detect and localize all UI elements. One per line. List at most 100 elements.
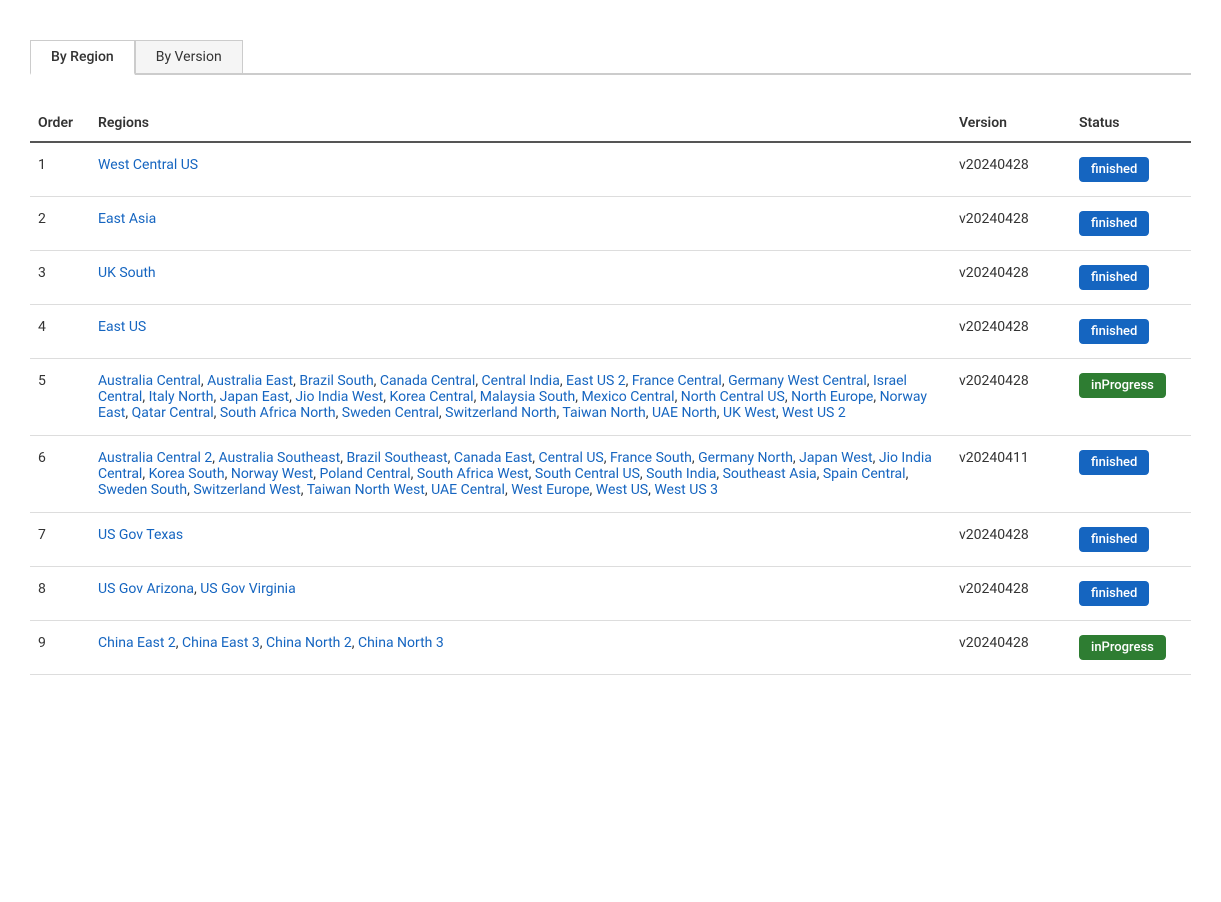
- cell-status: finished: [1071, 567, 1191, 621]
- table-header-row: Order Regions Version Status: [30, 105, 1191, 142]
- status-badge: finished: [1079, 527, 1149, 552]
- region-link[interactable]: Australia Central 2: [98, 450, 212, 466]
- region-link[interactable]: Mexico Central: [581, 389, 674, 405]
- region-link[interactable]: Japan East: [220, 389, 289, 405]
- region-link[interactable]: China North 2: [266, 635, 352, 651]
- cell-regions: West Central US: [90, 142, 951, 197]
- cell-order: 5: [30, 359, 90, 436]
- region-link[interactable]: Switzerland North: [445, 405, 556, 421]
- region-link[interactable]: Jio India West: [295, 389, 383, 405]
- region-link[interactable]: Sweden Central: [342, 405, 439, 421]
- status-badge: inProgress: [1079, 373, 1166, 398]
- region-link[interactable]: Southeast Asia: [723, 466, 817, 482]
- region-link[interactable]: Spain Central: [823, 466, 906, 482]
- region-link[interactable]: East US 2: [566, 373, 626, 389]
- region-link[interactable]: China East 2: [98, 635, 176, 651]
- region-link[interactable]: UAE North: [652, 405, 717, 421]
- region-link[interactable]: Australia East: [207, 373, 293, 389]
- region-link[interactable]: West Europe: [511, 482, 589, 498]
- status-badge: finished: [1079, 265, 1149, 290]
- cell-regions: US Gov Texas: [90, 513, 951, 567]
- region-link[interactable]: Australia Southeast: [218, 450, 340, 466]
- region-link[interactable]: Korea Central: [390, 389, 474, 405]
- region-link[interactable]: Qatar Central: [132, 405, 214, 421]
- col-header-version: Version: [951, 105, 1071, 142]
- cell-order: 9: [30, 621, 90, 675]
- region-link[interactable]: North Europe: [791, 389, 873, 405]
- region-link[interactable]: West US: [596, 482, 648, 498]
- cell-order: 6: [30, 436, 90, 513]
- region-link[interactable]: Brazil South: [299, 373, 373, 389]
- cell-status: inProgress: [1071, 621, 1191, 675]
- region-link[interactable]: China North 3: [358, 635, 444, 651]
- region-link[interactable]: Canada Central: [380, 373, 475, 389]
- col-header-regions: Regions: [90, 105, 951, 142]
- cell-status: finished: [1071, 436, 1191, 513]
- cell-version: v20240428: [951, 142, 1071, 197]
- table-row: 9China East 2, China East 3, China North…: [30, 621, 1191, 675]
- region-link[interactable]: US Gov Virginia: [200, 581, 295, 597]
- cell-status: finished: [1071, 305, 1191, 359]
- cell-regions: US Gov Arizona, US Gov Virginia: [90, 567, 951, 621]
- tab-by-region[interactable]: By Region: [30, 40, 135, 75]
- cell-version: v20240428: [951, 621, 1071, 675]
- region-link[interactable]: West US 2: [782, 405, 846, 421]
- region-link[interactable]: Malaysia South: [480, 389, 575, 405]
- region-link[interactable]: US Gov Arizona: [98, 581, 194, 597]
- region-link[interactable]: US Gov Texas: [98, 527, 183, 543]
- tab-by-version[interactable]: By Version: [135, 40, 243, 73]
- region-link[interactable]: Brazil Southeast: [346, 450, 447, 466]
- region-link[interactable]: West US 3: [654, 482, 718, 498]
- table-row: 1West Central USv20240428finished: [30, 142, 1191, 197]
- region-link[interactable]: UK West: [723, 405, 776, 421]
- cell-order: 3: [30, 251, 90, 305]
- region-link[interactable]: North Central US: [681, 389, 785, 405]
- region-link[interactable]: Poland Central: [319, 466, 410, 482]
- region-link[interactable]: Germany North: [698, 450, 793, 466]
- col-header-status: Status: [1071, 105, 1191, 142]
- table-row: 2East Asiav20240428finished: [30, 197, 1191, 251]
- region-link[interactable]: Japan West: [799, 450, 872, 466]
- region-link[interactable]: Australia Central: [98, 373, 201, 389]
- region-link[interactable]: South India: [646, 466, 716, 482]
- status-badge: inProgress: [1079, 635, 1166, 660]
- region-link[interactable]: Switzerland West: [193, 482, 300, 498]
- region-link[interactable]: Korea South: [149, 466, 225, 482]
- cell-status: finished: [1071, 197, 1191, 251]
- region-link[interactable]: South Central US: [535, 466, 640, 482]
- col-header-order: Order: [30, 105, 90, 142]
- release-order-table: Order Regions Version Status 1West Centr…: [30, 105, 1191, 675]
- table-row: 4East USv20240428finished: [30, 305, 1191, 359]
- cell-status: finished: [1071, 513, 1191, 567]
- region-link[interactable]: Germany West Central: [728, 373, 867, 389]
- region-link[interactable]: Italy North: [149, 389, 214, 405]
- cell-version: v20240428: [951, 251, 1071, 305]
- table-row: 6Australia Central 2, Australia Southeas…: [30, 436, 1191, 513]
- region-link[interactable]: UAE Central: [431, 482, 505, 498]
- region-link[interactable]: France Central: [632, 373, 722, 389]
- region-link[interactable]: West Central US: [98, 157, 198, 173]
- cell-version: v20240428: [951, 567, 1071, 621]
- region-link[interactable]: Sweden South: [98, 482, 187, 498]
- cell-regions: East Asia: [90, 197, 951, 251]
- region-link[interactable]: UK South: [98, 265, 156, 281]
- region-link[interactable]: Norway West: [231, 466, 313, 482]
- region-link[interactable]: Central India: [482, 373, 560, 389]
- cell-status: inProgress: [1071, 359, 1191, 436]
- cell-regions: Australia Central 2, Australia Southeast…: [90, 436, 951, 513]
- region-link[interactable]: Taiwan North West: [307, 482, 425, 498]
- region-link[interactable]: East Asia: [98, 211, 156, 227]
- table-row: 3 UK South v20240428 finished: [30, 251, 1191, 305]
- cell-order: 8: [30, 567, 90, 621]
- table-row: 5Australia Central, Australia East, Braz…: [30, 359, 1191, 436]
- region-link[interactable]: Canada East: [454, 450, 532, 466]
- region-link[interactable]: Taiwan North: [562, 405, 645, 421]
- region-link[interactable]: South Africa North: [220, 405, 336, 421]
- region-link[interactable]: East US: [98, 319, 146, 335]
- region-link[interactable]: Central US: [539, 450, 604, 466]
- region-link[interactable]: China East 3: [182, 635, 260, 651]
- cell-version: v20240428: [951, 513, 1071, 567]
- region-link[interactable]: France South: [610, 450, 692, 466]
- region-link[interactable]: South Africa West: [417, 466, 529, 482]
- status-badge: finished: [1079, 319, 1149, 344]
